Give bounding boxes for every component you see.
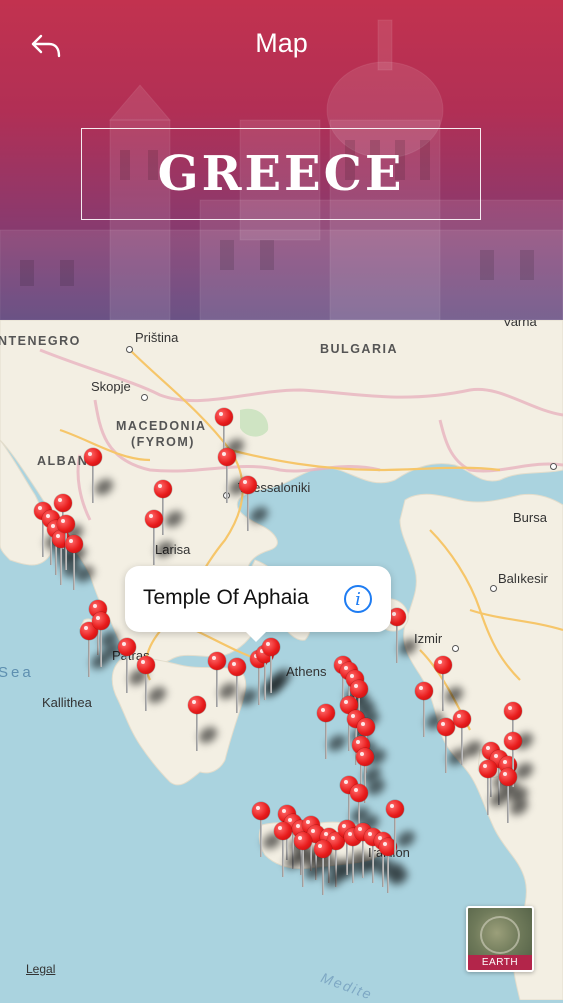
map-pin[interactable] bbox=[497, 768, 532, 826]
map-pin[interactable] bbox=[82, 448, 117, 506]
map-pin[interactable] bbox=[250, 802, 285, 860]
pin-head-icon bbox=[54, 494, 72, 512]
pin-head-icon bbox=[386, 800, 404, 818]
pin-head-icon bbox=[218, 448, 236, 466]
pin-head-icon bbox=[154, 480, 172, 498]
pin-head-icon bbox=[499, 768, 517, 786]
pin-head-icon bbox=[65, 535, 83, 553]
map-pin[interactable] bbox=[451, 710, 486, 768]
pristina-dot bbox=[126, 346, 133, 353]
label-kallithea: Kallithea bbox=[42, 695, 92, 710]
pin-head-icon bbox=[84, 448, 102, 466]
banner-title-frame: GREECE bbox=[81, 128, 481, 220]
map-pin[interactable] bbox=[477, 760, 512, 818]
pin-head-icon bbox=[504, 702, 522, 720]
label-athens: Athens bbox=[286, 664, 327, 679]
label-albania: ALBAN bbox=[37, 454, 89, 468]
pin-head-icon bbox=[504, 732, 522, 750]
pin-head-icon bbox=[252, 802, 270, 820]
banner-title: GREECE bbox=[157, 146, 405, 202]
map-pin[interactable] bbox=[292, 832, 327, 890]
pin-head-icon bbox=[314, 840, 332, 858]
pin-head-icon bbox=[137, 656, 155, 674]
pin-head-icon bbox=[145, 510, 163, 528]
pin-head-icon bbox=[357, 718, 375, 736]
label-bursa: Bursa bbox=[513, 510, 547, 525]
pin-head-icon bbox=[57, 515, 75, 533]
izmir-dot bbox=[452, 645, 459, 652]
pin-head-icon bbox=[434, 656, 452, 674]
skopje-dot bbox=[141, 394, 148, 401]
pin-head-icon bbox=[239, 476, 257, 494]
earth-button-label: EARTH bbox=[468, 955, 532, 970]
legal-link[interactable]: Legal bbox=[26, 962, 55, 976]
pin-head-icon bbox=[188, 696, 206, 714]
pin-head-icon bbox=[215, 408, 233, 426]
map-pin[interactable] bbox=[135, 656, 170, 714]
bursa-dot bbox=[550, 463, 557, 470]
map-pin[interactable] bbox=[312, 840, 347, 898]
header-banner: Map GREECE bbox=[0, 0, 563, 320]
balikesir-dot bbox=[490, 585, 497, 592]
label-bulgaria: BULGARIA bbox=[320, 342, 398, 356]
map-pin[interactable] bbox=[206, 652, 241, 710]
label-varna: Varna bbox=[503, 320, 537, 329]
map-pin[interactable] bbox=[237, 476, 272, 534]
label-izmir: Izmir bbox=[414, 631, 443, 646]
page-title: Map bbox=[255, 28, 308, 58]
pin-head-icon bbox=[92, 612, 110, 630]
map-pin[interactable] bbox=[432, 656, 467, 714]
map-pin[interactable] bbox=[186, 696, 221, 754]
map-pin[interactable] bbox=[384, 800, 419, 858]
pin-head-icon bbox=[118, 638, 136, 656]
label-balikesir: Balıkesir bbox=[498, 571, 548, 586]
info-icon[interactable]: i bbox=[344, 585, 372, 613]
pin-head-icon bbox=[274, 822, 292, 840]
label-pristina: Priština bbox=[135, 330, 179, 345]
map-pin[interactable] bbox=[272, 822, 307, 880]
map-pin[interactable] bbox=[143, 510, 178, 568]
label-montenegro: NTENEGRO bbox=[0, 334, 81, 348]
map-pin[interactable] bbox=[260, 638, 295, 696]
label-fyrom: (FYROM) bbox=[131, 435, 195, 449]
map-pin[interactable] bbox=[226, 658, 261, 716]
callout-title: Temple Of Aphaia bbox=[143, 586, 309, 609]
pin-head-icon bbox=[228, 658, 246, 676]
label-macedonia: MACEDONIA bbox=[116, 419, 207, 433]
map-pin[interactable] bbox=[216, 448, 251, 506]
map-view[interactable]: NTENEGRO Priština BULGARIA Varna Skopje … bbox=[0, 320, 563, 1000]
pin-head-icon bbox=[479, 760, 497, 778]
label-sea: Sea bbox=[0, 664, 34, 681]
pin-head-icon bbox=[294, 832, 312, 850]
pin-head-icon bbox=[208, 652, 226, 670]
label-skopje: Skopje bbox=[91, 379, 131, 394]
map-pin[interactable] bbox=[63, 535, 98, 593]
pin-head-icon bbox=[350, 784, 368, 802]
earth-view-button[interactable]: EARTH bbox=[466, 906, 534, 972]
map-pin[interactable] bbox=[90, 612, 125, 670]
satellite-thumbnail-icon bbox=[480, 916, 520, 954]
pin-head-icon bbox=[453, 710, 471, 728]
pin-head-icon bbox=[415, 682, 433, 700]
map-pin[interactable] bbox=[413, 682, 448, 740]
pin-head-icon bbox=[356, 748, 374, 766]
